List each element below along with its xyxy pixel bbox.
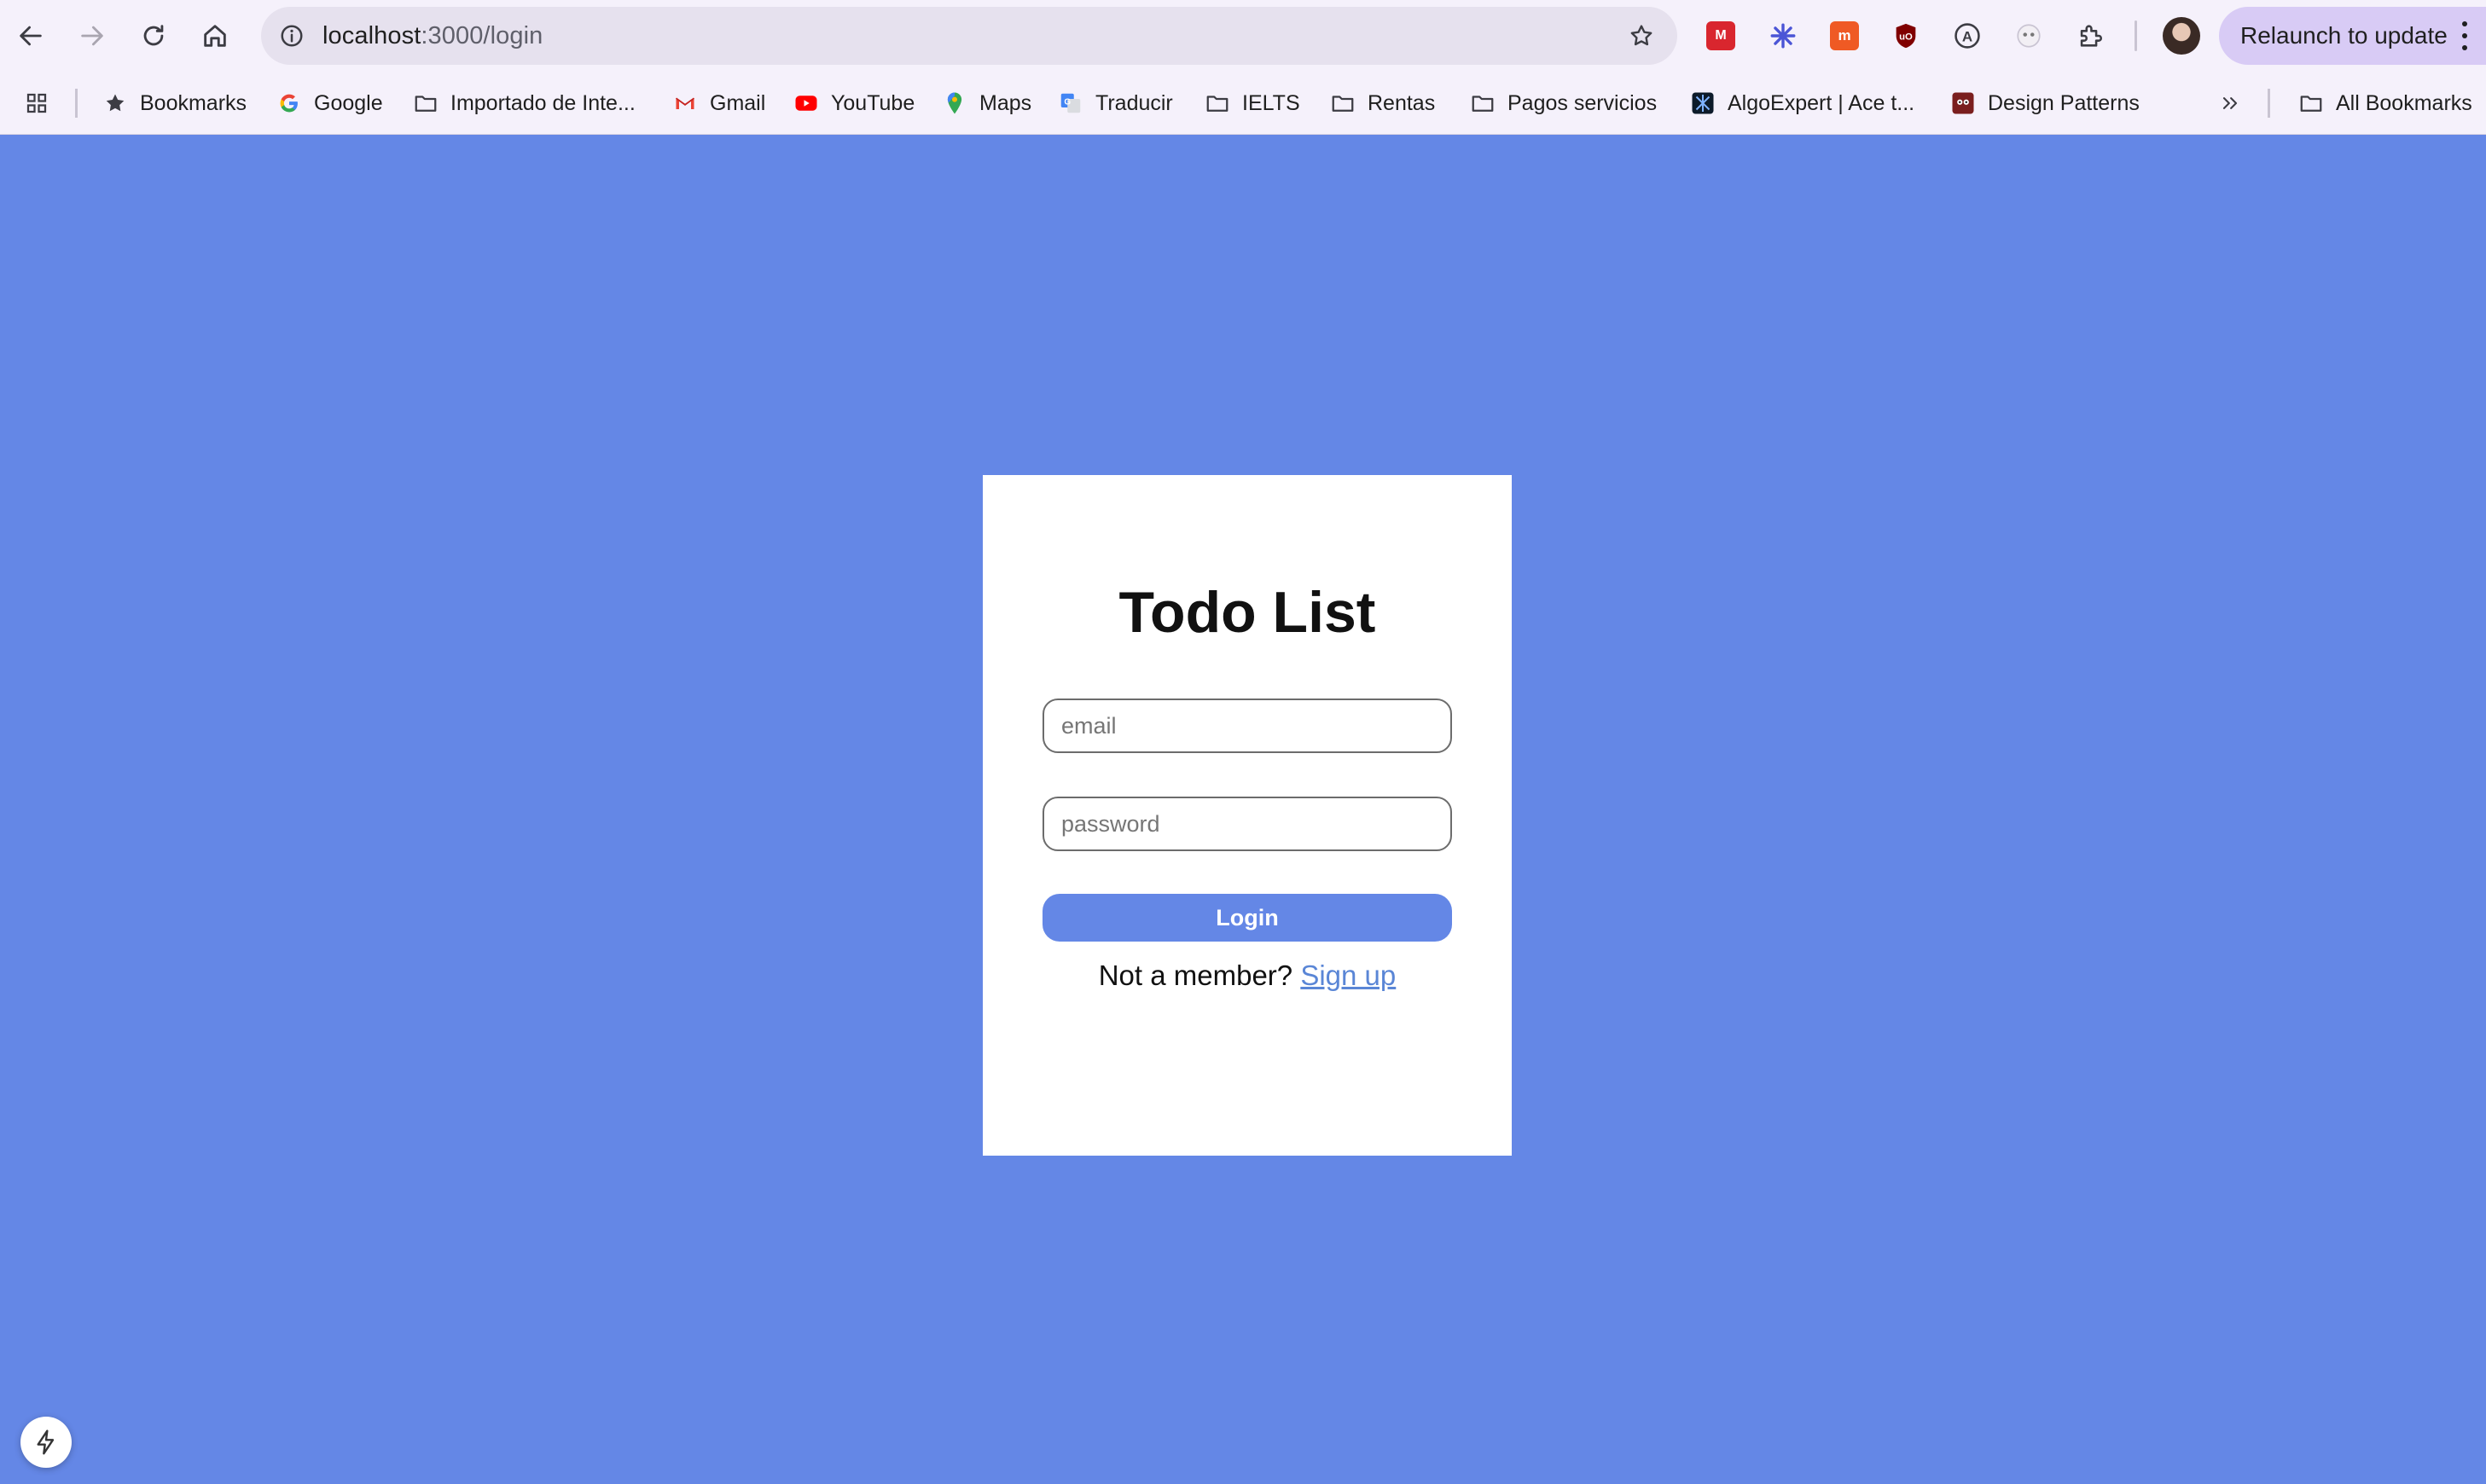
- bookmark-star-button[interactable]: [1623, 17, 1660, 55]
- bookmark-label: Design Patterns: [1988, 90, 2140, 115]
- url-path: :3000/login: [421, 22, 543, 49]
- youtube-icon: [792, 89, 821, 118]
- more-vert-icon[interactable]: [2456, 21, 2473, 50]
- bookmark-label: Rentas: [1368, 90, 1436, 115]
- all-bookmarks-button[interactable]: All Bookmarks: [2297, 72, 2472, 135]
- folder-icon: [1328, 89, 1357, 118]
- bookmark-youtube[interactable]: YouTube: [792, 72, 915, 135]
- bookmark-design-patterns[interactable]: Design Patterns: [1949, 72, 2140, 135]
- chevron-double-right-icon: [2216, 89, 2245, 118]
- maps-icon: [940, 89, 969, 118]
- bookmark-ielts[interactable]: IELTS: [1203, 72, 1300, 135]
- bookmark-label: YouTube: [831, 90, 915, 115]
- browser-toolbar: localhost:3000/login M m uO A Relaunch t…: [0, 0, 2486, 72]
- email-field[interactable]: [1043, 699, 1452, 753]
- signup-prompt: Not a member? Sign up: [983, 959, 1512, 992]
- mendeley-extension-icon[interactable]: M: [1702, 17, 1740, 55]
- site-info-icon[interactable]: [273, 17, 311, 55]
- bookmark-label: AlgoExpert | Ace t...: [1728, 90, 1915, 115]
- bookmark-rentas[interactable]: Rentas: [1328, 72, 1435, 135]
- bookmark-google[interactable]: Google: [275, 72, 383, 135]
- mi-extension-icon[interactable]: m: [1826, 17, 1863, 55]
- bookmark-label: Bookmarks: [140, 90, 247, 115]
- back-button[interactable]: [10, 15, 51, 56]
- home-button[interactable]: [195, 15, 235, 56]
- bookmark-label: Traducir: [1095, 90, 1173, 115]
- toolbar-divider: [2135, 20, 2137, 51]
- svg-text:G: G: [1064, 97, 1071, 107]
- bookmark-label: Maps: [979, 90, 1032, 115]
- folder-icon: [1203, 89, 1232, 118]
- a-circle-extension-icon[interactable]: A: [1949, 17, 1986, 55]
- home-icon: [204, 25, 226, 47]
- asterisk-extension-icon[interactable]: [1764, 17, 1802, 55]
- signup-link[interactable]: Sign up: [1300, 959, 1396, 991]
- address-bar[interactable]: localhost:3000/login: [261, 7, 1677, 65]
- bookmarks-divider: [2268, 89, 2270, 118]
- bookmark-importado[interactable]: Importado de Inte...: [411, 72, 636, 135]
- bookmarks-divider: [75, 89, 78, 118]
- panda-extension-icon[interactable]: [2010, 17, 2047, 55]
- folder-icon: [1468, 89, 1497, 118]
- profile-avatar[interactable]: [2163, 17, 2200, 55]
- refactoring-icon: [1949, 89, 1978, 118]
- relaunch-button[interactable]: Relaunch to update: [2219, 7, 2486, 65]
- folder-icon: [2297, 89, 2326, 118]
- url-host: localhost: [322, 22, 421, 49]
- bookmark-gmail[interactable]: Gmail: [671, 72, 765, 135]
- svg-text:A: A: [1962, 28, 1972, 44]
- bookmark-pagos-servicios[interactable]: Pagos servicios: [1468, 72, 1657, 135]
- bookmark-label: Gmail: [710, 90, 766, 115]
- all-bookmarks-label: All Bookmarks: [2336, 90, 2472, 115]
- app-title: Todo List: [1118, 580, 1376, 645]
- algoexpert-icon: [1688, 89, 1717, 118]
- translate-icon: G: [1056, 89, 1085, 118]
- apps-grid-icon: [22, 89, 51, 118]
- google-icon: [275, 89, 304, 118]
- login-button[interactable]: Login: [1043, 894, 1452, 942]
- bookmarks-overflow-button[interactable]: [2216, 72, 2255, 135]
- forward-button[interactable]: [72, 15, 113, 56]
- star-outline-icon: [1630, 25, 1652, 46]
- bookmark-label: Pagos servicios: [1507, 90, 1658, 115]
- bookmark-algoexpert[interactable]: AlgoExpert | Ace t...: [1688, 72, 1914, 135]
- bookmark-label: Importado de Inte...: [450, 90, 636, 115]
- star-icon: [101, 89, 130, 118]
- bookmark-traducir[interactable]: G Traducir: [1056, 72, 1173, 135]
- bookmark-label: Google: [314, 90, 383, 115]
- bookmark-label: IELTS: [1242, 90, 1300, 115]
- folder-icon: [411, 89, 440, 118]
- dev-tools-button[interactable]: [20, 1417, 72, 1468]
- reload-icon: [143, 25, 164, 46]
- arrow-right-icon: [81, 26, 103, 46]
- relaunch-label: Relaunch to update: [2240, 22, 2448, 49]
- bookmarks-bar: Bookmarks Google Importado de Inte... Gm…: [0, 72, 2486, 135]
- bookmark-bookmarks[interactable]: Bookmarks: [101, 72, 247, 135]
- login-card: Todo List Login Not a member? Sign up: [983, 475, 1512, 1156]
- not-member-text: Not a member?: [1098, 959, 1293, 991]
- ublock-extension-icon[interactable]: uO: [1887, 17, 1925, 55]
- bookmark-maps[interactable]: Maps: [940, 72, 1031, 135]
- svg-text:uO: uO: [1899, 32, 1913, 42]
- reload-button[interactable]: [133, 15, 174, 56]
- gmail-icon: [671, 89, 700, 118]
- password-field[interactable]: [1043, 797, 1452, 851]
- arrow-left-icon: [20, 26, 42, 46]
- lightning-icon: [37, 1429, 55, 1455]
- apps-button[interactable]: [22, 72, 61, 135]
- url-text[interactable]: localhost:3000/login: [322, 7, 543, 65]
- extensions-puzzle-icon[interactable]: [2071, 17, 2109, 55]
